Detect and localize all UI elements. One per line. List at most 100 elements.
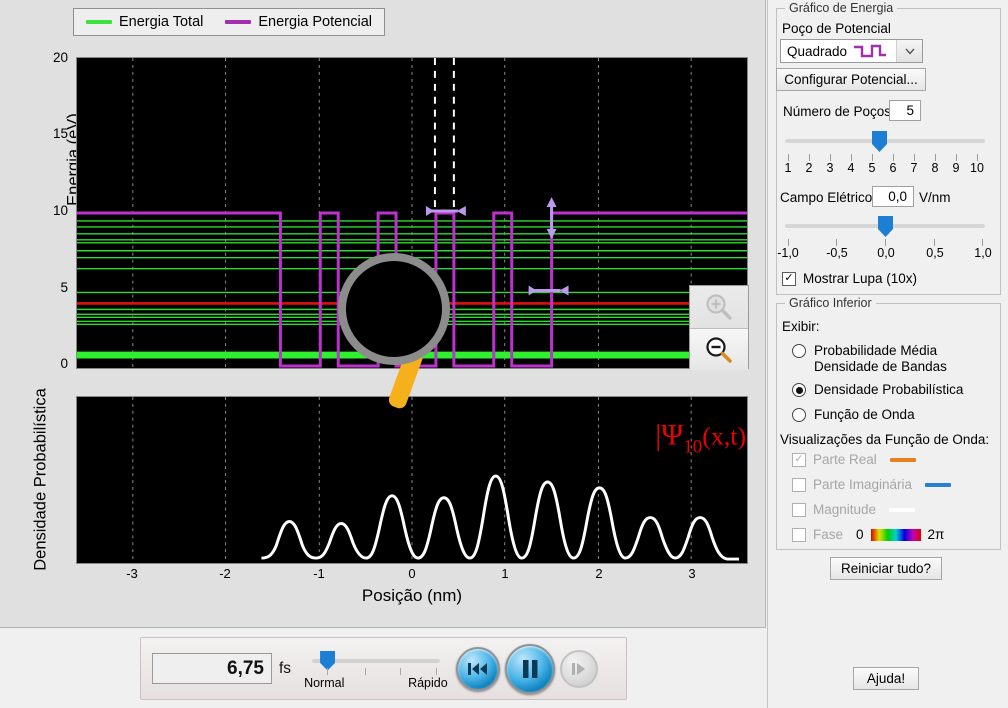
reset-all-button[interactable]: Reiniciar tudo? [830, 557, 942, 580]
slider-tick-label: 3 [820, 161, 840, 175]
checkbox-box[interactable] [792, 478, 806, 492]
radio-wave-function[interactable]: Função de Onda [792, 407, 992, 422]
well-type-select[interactable]: Quadrado [780, 39, 923, 63]
well-type-chevron[interactable] [896, 40, 922, 62]
num-wells-slider-thumb[interactable] [872, 131, 887, 152]
legend-swatch-total-energy [86, 20, 112, 24]
slider-tick [956, 154, 957, 161]
slider-tick-label: 2 [799, 161, 819, 175]
zoom-in-icon [704, 292, 734, 322]
slider-tick-label: 10 [965, 161, 989, 175]
zoom-out-button[interactable] [690, 328, 748, 370]
checkbox-real-part[interactable]: ✓ Parte Real [792, 452, 916, 467]
speed-tick [436, 668, 437, 675]
slider-tick [788, 154, 789, 161]
x-tick: -2 [205, 566, 245, 581]
phase-max-label: 2π [928, 527, 945, 542]
x-tick: -1 [299, 566, 339, 581]
slider-tick-label: 6 [883, 161, 903, 175]
x-tick: 1 [485, 566, 525, 581]
electric-field-value: 0,0 [888, 189, 907, 204]
width-drag-guides [435, 58, 454, 209]
x-tick: 3 [672, 566, 712, 581]
checkbox-box[interactable] [792, 503, 806, 517]
speed-label-normal: Normal [304, 676, 344, 690]
radio-button[interactable] [792, 383, 806, 397]
slider-tick [830, 154, 831, 161]
pause-button[interactable] [505, 644, 555, 694]
slider-tick-label: -0,5 [821, 246, 853, 260]
time-value: 6,75 [227, 658, 264, 680]
slider-tick [982, 239, 983, 246]
time-unit-label: fs [279, 660, 291, 678]
time-display-field[interactable]: 6,75 [152, 653, 272, 684]
show-magnifier-checkbox[interactable]: ✓ Mostrar Lupa (10x) [782, 271, 917, 286]
checkbox-box[interactable] [792, 528, 806, 542]
checkbox-label: Parte Imaginária [813, 477, 912, 492]
checkbox-imaginary-part[interactable]: Parte Imaginária [792, 477, 951, 492]
probability-density-curve [261, 476, 739, 559]
well-type-label: Poço de Potencial [782, 21, 891, 36]
legend-item-total-energy: Energia Total [86, 14, 203, 30]
display-label: Exibir: [782, 319, 820, 334]
slider-tick [885, 239, 886, 246]
energy-y-ticks: 20 15 10 5 0 [38, 0, 68, 380]
checkbox-box[interactable]: ✓ [792, 453, 806, 467]
electric-field-unit: V/nm [919, 190, 951, 205]
step-forward-button[interactable] [560, 650, 598, 688]
height-drag-handle [547, 197, 557, 239]
wavefunction-annotation: |Ψ10(x,t)|2 [655, 418, 747, 458]
lower-group-title: Gráfico Inferior [785, 296, 876, 310]
density-x-ticks: -3 -2 -1 0 1 2 3 [0, 566, 766, 588]
chart-legend: Energia Total Energia Potencial [73, 8, 385, 36]
y-tick: 5 [42, 280, 68, 295]
num-wells-value: 5 [906, 103, 914, 118]
legend-swatch-potential-energy [225, 20, 251, 24]
density-plot[interactable]: |Ψ10(x,t)|2 [76, 396, 748, 564]
playback-control-bar: 6,75 fs Normal Rápido [140, 637, 627, 700]
slider-tick [934, 239, 935, 246]
checkbox-label: Magnitude [813, 502, 876, 517]
speed-tick [400, 668, 401, 675]
energy-plot[interactable] [76, 57, 748, 369]
radio-label-line2: Densidade de Bandas [814, 359, 947, 374]
radio-probability-density[interactable]: Densidade Probabilística [792, 382, 992, 397]
checkbox-box[interactable]: ✓ [782, 272, 796, 286]
efield-slider-thumb[interactable] [878, 216, 893, 237]
pause-icon [520, 658, 540, 680]
slider-tick [872, 154, 873, 161]
x-tick: 2 [579, 566, 619, 581]
num-wells-slider[interactable]: 1 2 3 4 5 6 7 8 9 10 [785, 130, 985, 174]
radio-average-probability[interactable]: Probabilidade Média Densidade de Bandas [792, 343, 992, 375]
slider-tick [809, 154, 810, 161]
help-label: Ajuda! [867, 671, 905, 686]
checkbox-phase[interactable]: Fase 0 2π [792, 527, 944, 542]
wavefunction-views-label: Visualizações da Função de Onda: [780, 432, 989, 447]
slider-tick-label: 7 [904, 161, 924, 175]
zoom-in-button[interactable] [690, 286, 748, 328]
help-button[interactable]: Ajuda! [853, 667, 919, 690]
skip-back-icon [467, 660, 489, 678]
restart-button[interactable] [456, 647, 500, 691]
slider-tick-label: 1 [778, 161, 798, 175]
radio-button[interactable] [792, 408, 806, 422]
electric-field-input[interactable]: 0,0 [872, 186, 914, 207]
slider-tick [836, 239, 837, 246]
checkbox-magnitude[interactable]: Magnitude [792, 502, 915, 517]
speed-tick [327, 668, 328, 675]
speed-label-fast: Rápido [408, 676, 448, 690]
annotation-subscript: 10 [683, 436, 702, 457]
well-type-value: Quadrado [787, 44, 847, 59]
num-wells-field[interactable]: 5 [889, 100, 921, 121]
electric-field-slider[interactable]: -1,0 -0,5 0,0 0,5 1,0 [785, 215, 985, 259]
radio-dot [796, 387, 803, 394]
y-tick: 10 [42, 203, 68, 218]
configure-potential-button[interactable]: Configurar Potencial... [776, 68, 926, 91]
zoom-out-icon [704, 335, 734, 365]
slider-tick [914, 154, 915, 161]
radio-button[interactable] [792, 344, 806, 358]
speed-tick [365, 668, 366, 675]
speed-slider[interactable]: Normal Rápido [309, 646, 444, 692]
slider-tick [935, 154, 936, 161]
app-root: Energia Total Energia Potencial Energia … [0, 0, 1008, 708]
